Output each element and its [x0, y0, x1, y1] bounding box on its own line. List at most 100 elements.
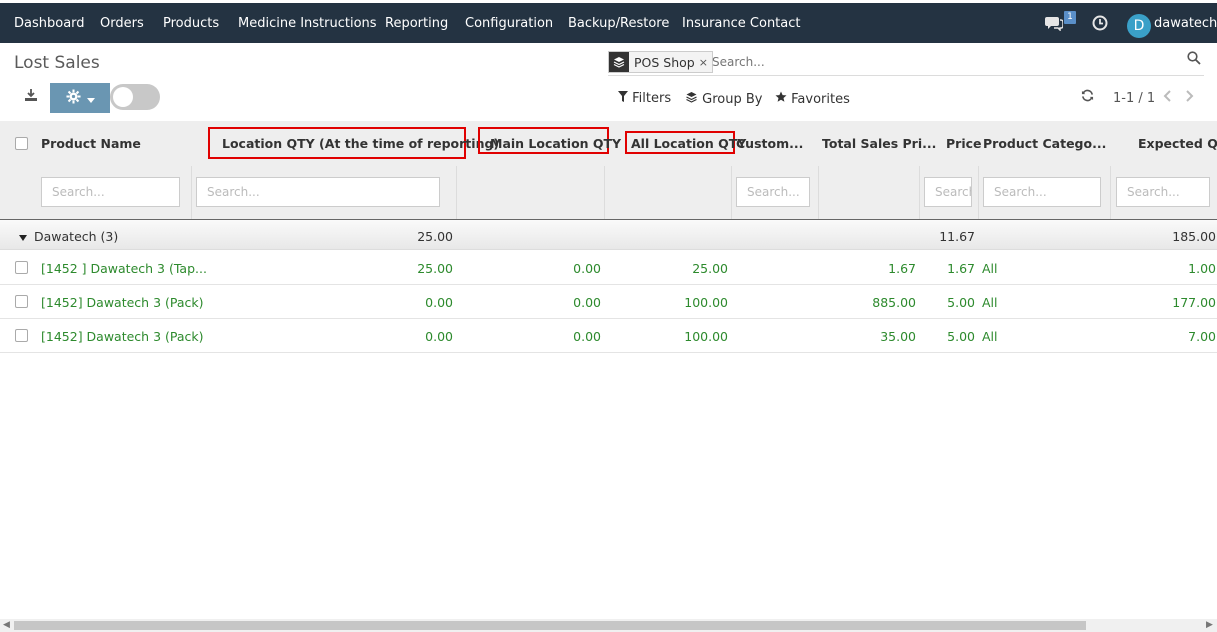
table-row[interactable]: [1452 ] Dawatech 3 (Tap... 25.00 0.00 25… [0, 251, 1217, 285]
cell-location-qty: 25.00 [417, 261, 453, 276]
scrollbar-thumb[interactable] [14, 621, 1086, 630]
action-gear-button[interactable] [50, 83, 110, 113]
avatar[interactable]: D [1127, 14, 1151, 38]
page-title: Lost Sales [14, 53, 100, 73]
nav-products[interactable]: Products [163, 16, 219, 31]
caret-down-icon [19, 230, 27, 244]
table-row[interactable]: [1452] Dawatech 3 (Pack) 0.00 0.00 100.0… [0, 319, 1217, 353]
favorites-button[interactable]: Favorites [775, 91, 850, 107]
column-divider [731, 166, 732, 219]
column-header-main-location-qty[interactable]: Main Location QTY [490, 136, 621, 151]
nav-backup-restore[interactable]: Backup/Restore [568, 16, 669, 31]
select-all-checkbox[interactable] [15, 137, 28, 150]
filter-input-location-qty[interactable] [196, 177, 440, 207]
column-divider [978, 166, 979, 219]
facet-remove-button[interactable]: × [699, 56, 712, 69]
cell-total-sales-price: 1.67 [888, 261, 916, 276]
table-row[interactable]: [1452] Dawatech 3 (Pack) 0.00 0.00 100.0… [0, 285, 1217, 319]
cell-total-sales-price: 885.00 [872, 295, 916, 310]
username[interactable]: dawatech [1154, 16, 1217, 31]
messages-badge: 1 [1064, 11, 1076, 24]
scroll-left-arrow[interactable]: ◀ [3, 620, 10, 630]
column-header-price[interactable]: Price [946, 136, 982, 151]
search-input[interactable] [712, 52, 1177, 72]
cell-total-sales-price: 35.00 [880, 329, 916, 344]
search-facet[interactable]: POS Shop × [608, 51, 713, 73]
facet-label: POS Shop [634, 54, 695, 70]
cell-all-location-qty: 100.00 [684, 295, 728, 310]
filter-input-expected-qty[interactable] [1116, 177, 1210, 207]
horizontal-scrollbar[interactable]: ◀ ▶ [0, 619, 1217, 632]
group-total-price: 11.67 [939, 229, 975, 244]
cell-location-qty: 0.00 [425, 329, 453, 344]
cell-product-category: All [982, 261, 998, 276]
nav-configuration[interactable]: Configuration [465, 16, 553, 31]
cell-expected-qty: 7.00 [1188, 329, 1216, 344]
row-checkbox[interactable] [15, 261, 28, 274]
column-divider [919, 166, 920, 219]
cell-product-name: [1452] Dawatech 3 (Pack) [41, 329, 204, 344]
download-icon[interactable] [24, 88, 38, 106]
toggle-knob [113, 87, 133, 107]
filter-input-product-category[interactable] [983, 177, 1101, 207]
gear-icon [65, 88, 81, 108]
cell-price: 5.00 [947, 295, 975, 310]
column-header-location-qty[interactable]: Location QTY (At the time of reporting) [222, 136, 499, 151]
top-navbar: Dashboard Orders Products Medicine Instr… [0, 3, 1217, 43]
column-header-product-name[interactable]: Product Name [41, 136, 141, 151]
row-checkbox[interactable] [15, 295, 28, 308]
search-icon[interactable] [1187, 51, 1201, 69]
cell-product-name: [1452 ] Dawatech 3 (Tap... [41, 261, 207, 276]
pager-previous-button[interactable] [1163, 87, 1173, 106]
filter-input-customer[interactable] [736, 177, 810, 207]
clock-icon[interactable] [1092, 15, 1108, 35]
group-total-expected-qty: 185.00 [1172, 229, 1216, 244]
nav-reporting[interactable]: Reporting [385, 16, 448, 31]
pager-value[interactable]: 1-1 / 1 [1113, 91, 1155, 106]
nav-insurance-contact[interactable]: Insurance Contact [682, 16, 801, 31]
group-by-button[interactable]: Group By [685, 91, 762, 107]
group-label: Dawatech (3) [34, 229, 119, 244]
group-row[interactable]: Dawatech (3) 25.00 11.67 185.00 [0, 220, 1217, 250]
refresh-icon[interactable] [1081, 89, 1094, 106]
cell-location-qty: 0.00 [425, 295, 453, 310]
column-header-product-category[interactable]: Product Catego... [983, 136, 1106, 151]
column-divider [1110, 166, 1111, 219]
cell-all-location-qty: 100.00 [684, 329, 728, 344]
cell-expected-qty: 1.00 [1188, 261, 1216, 276]
column-divider [818, 166, 819, 219]
column-header-all-location-qty[interactable]: All Location QTY [631, 136, 746, 151]
column-header-total-sales-price[interactable]: Total Sales Pri... [822, 136, 936, 151]
cell-expected-qty: 177.00 [1172, 295, 1216, 310]
nav-medicine-instructions[interactable]: Medicine Instructions [238, 16, 377, 31]
star-icon [775, 91, 787, 107]
cell-product-category: All [982, 329, 998, 344]
cell-main-location-qty: 0.00 [573, 295, 601, 310]
pager-next-button[interactable] [1184, 87, 1194, 106]
view-toggle[interactable] [110, 84, 160, 110]
layers-icon [685, 92, 698, 107]
column-divider [604, 166, 605, 219]
filter-input-product-name[interactable] [41, 177, 180, 207]
scroll-right-arrow[interactable]: ▶ [1206, 620, 1213, 630]
cell-price: 5.00 [947, 329, 975, 344]
nav-dashboard[interactable]: Dashboard [14, 16, 85, 31]
search-underline [608, 75, 1204, 76]
caret-down-icon [86, 89, 95, 107]
chat-icon[interactable] [1045, 15, 1064, 35]
layers-icon [609, 52, 629, 72]
cell-main-location-qty: 0.00 [573, 329, 601, 344]
nav-orders[interactable]: Orders [100, 16, 144, 31]
column-header-expected-qty[interactable]: Expected Q... [1138, 136, 1217, 151]
cell-price: 1.67 [947, 261, 975, 276]
filter-input-price[interactable] [924, 177, 972, 207]
cell-product-category: All [982, 295, 998, 310]
table-header: Product Name Location QTY (At the time o… [0, 121, 1217, 220]
filters-button[interactable]: Filters [618, 91, 671, 106]
cell-all-location-qty: 25.00 [692, 261, 728, 276]
column-divider [191, 166, 192, 219]
column-header-customer[interactable]: Custom... [736, 136, 803, 151]
filter-icon [618, 91, 628, 106]
row-checkbox[interactable] [15, 329, 28, 342]
filters-label: Filters [632, 91, 672, 106]
